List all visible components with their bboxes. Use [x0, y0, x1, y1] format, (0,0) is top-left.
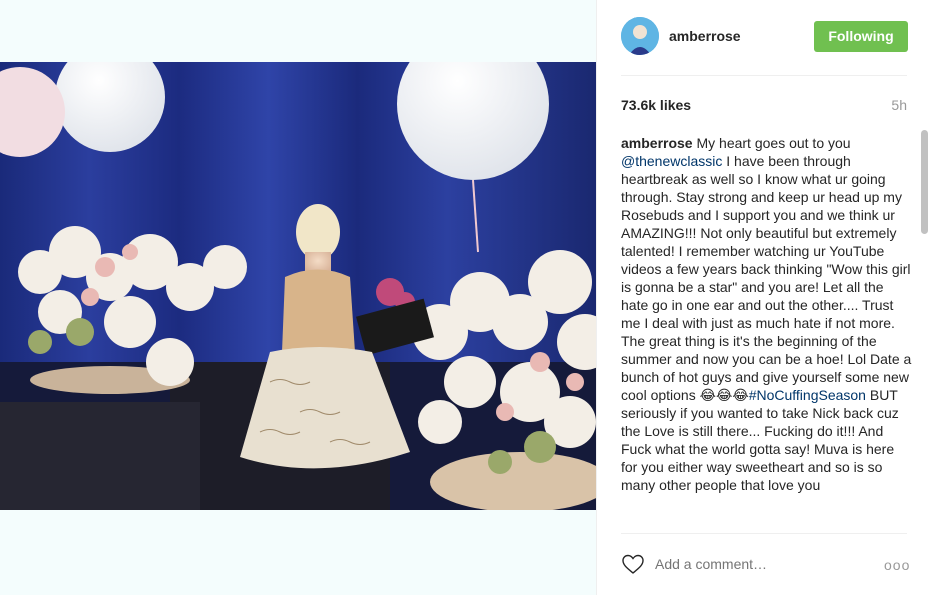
- username-link[interactable]: amberrose: [669, 28, 741, 44]
- comments-list: amberrose My heart goes out to you @then…: [621, 134, 913, 528]
- hashtag-link[interactable]: #NoCuffingSeason: [749, 387, 866, 403]
- post-header: amberrose Following: [597, 0, 931, 72]
- heart-outline-icon[interactable]: [621, 553, 645, 575]
- caption-part-2: I have been through heartbreak as well s…: [621, 153, 912, 403]
- avatar-image: [621, 17, 659, 55]
- post-photo[interactable]: [0, 62, 596, 510]
- add-comment-input[interactable]: [655, 556, 855, 572]
- caption-text: amberrose My heart goes out to you @then…: [621, 134, 913, 494]
- avatar[interactable]: [621, 17, 659, 55]
- caption-author[interactable]: amberrose: [621, 135, 693, 151]
- caption-part-1: My heart goes out to you: [692, 135, 851, 151]
- more-options-icon[interactable]: ooo: [884, 557, 910, 573]
- mention-link[interactable]: @thenewclassic: [621, 153, 722, 169]
- post-timestamp[interactable]: 5h: [891, 97, 907, 113]
- post-photo-image: [0, 62, 596, 510]
- comments-scrollbar[interactable]: [918, 128, 928, 528]
- footer-divider: [621, 533, 907, 534]
- header-divider: [621, 75, 907, 76]
- post-sidebar: amberrose Following 73.6k likes 5h amber…: [596, 0, 931, 595]
- scrollbar-thumb[interactable]: [921, 130, 928, 234]
- media-pane: [0, 0, 596, 595]
- following-button[interactable]: Following: [814, 21, 908, 52]
- like-count[interactable]: 73.6k likes: [621, 97, 691, 113]
